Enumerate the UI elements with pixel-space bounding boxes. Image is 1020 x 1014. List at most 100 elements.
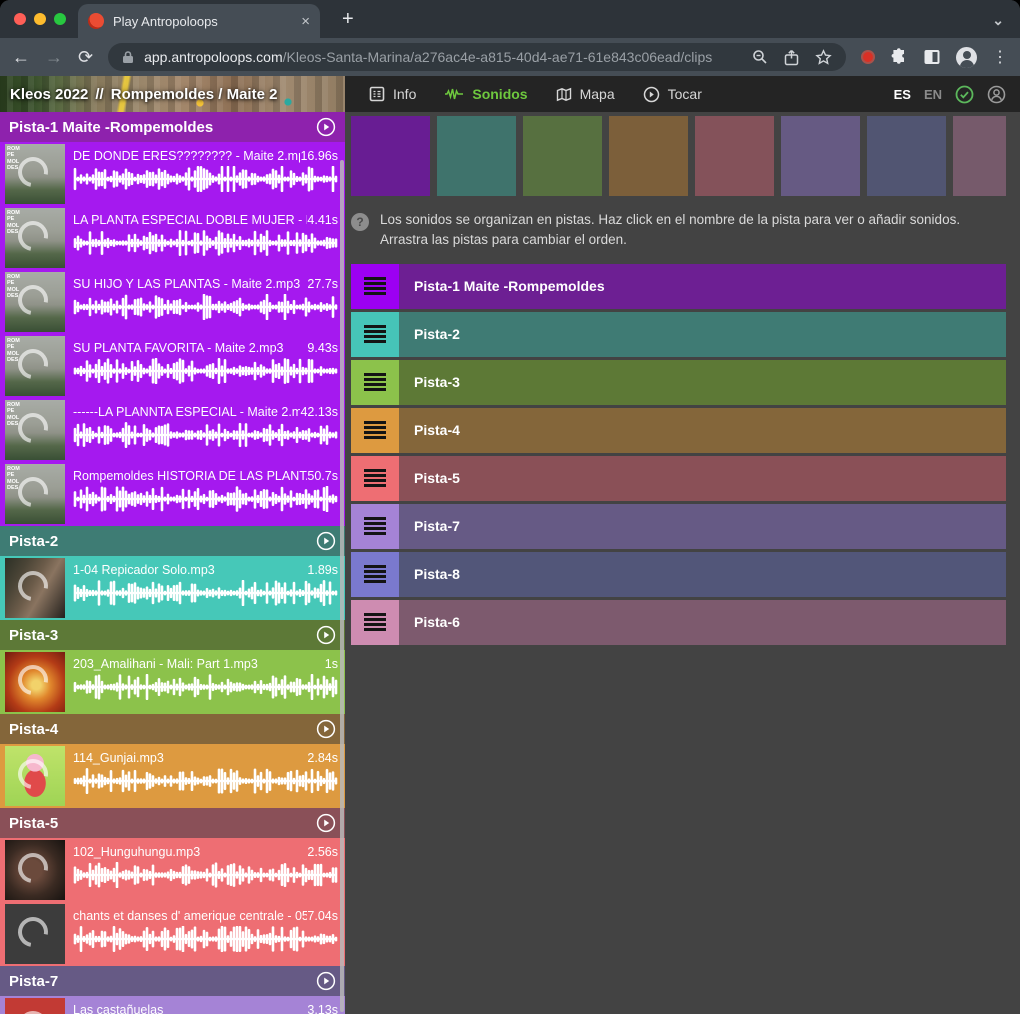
nav-item-mapa[interactable]: Mapa — [556, 86, 615, 102]
nav-item-info[interactable]: Info — [369, 86, 416, 102]
drag-handle[interactable] — [351, 600, 399, 645]
tab-close-icon[interactable]: × — [301, 13, 310, 30]
audio-clip[interactable]: 102_Hunguhungu.mp32.56s — [0, 838, 345, 902]
lang-toggle-es[interactable]: ES — [894, 87, 911, 102]
drag-handle[interactable] — [351, 456, 399, 501]
clip-waveform — [73, 674, 338, 700]
audio-clip[interactable]: ROM PE MOL DESSU PLANTA FAVORITA - Maite… — [0, 334, 345, 398]
tab-search-chevron-icon[interactable]: ⌄ — [992, 12, 1004, 29]
audio-clip[interactable]: 1-04 Repicador Solo.mp31.89s — [0, 556, 345, 620]
track-row-bar[interactable]: Pista-8 — [399, 552, 1006, 597]
close-window-button[interactable] — [14, 13, 26, 25]
drag-handle[interactable] — [351, 360, 399, 405]
track-header[interactable]: Pista-4 — [0, 714, 345, 744]
track-row-bar[interactable]: Pista-2 — [399, 312, 1006, 357]
clip-thumbnail: ROM PE MOL DES — [5, 208, 65, 268]
sidebar-scrollbar[interactable] — [340, 160, 344, 1012]
track-row[interactable]: Pista-4 — [351, 408, 1006, 453]
track-header[interactable]: Pista-3 — [0, 620, 345, 650]
map-icon — [556, 87, 572, 102]
zoom-page-icon[interactable] — [752, 49, 768, 65]
browser-tab[interactable]: Play Antropoloops × — [78, 4, 320, 38]
drag-handle-icon — [364, 469, 386, 487]
track-name: Pista-1 Maite -Rompemoldes — [9, 119, 213, 136]
profile-avatar-icon[interactable] — [956, 47, 977, 68]
track-row-bar[interactable]: Pista-4 — [399, 408, 1006, 453]
drag-handle[interactable] — [351, 408, 399, 453]
minimize-window-button[interactable] — [34, 13, 46, 25]
saved-check-icon[interactable] — [955, 85, 974, 104]
zoom-window-button[interactable] — [54, 13, 66, 25]
audio-clip[interactable]: ROM PE MOL DES------LA PLANNTA ESPECIAL … — [0, 398, 345, 462]
address-bar[interactable]: app.antropoloops.com/Kleos-Santa-Marina/… — [108, 43, 846, 71]
audio-clip[interactable]: Las castañuelas3.13s — [0, 996, 345, 1014]
drag-handle[interactable] — [351, 312, 399, 357]
audio-clip[interactable]: ROM PE MOL DESDE DONDE ERES???????? - Ma… — [0, 142, 345, 206]
drag-handle[interactable] — [351, 552, 399, 597]
audio-clip[interactable]: 203_Amalihani - Mali: Part 1.mp31s — [0, 650, 345, 714]
account-icon[interactable] — [987, 85, 1006, 104]
browser-menu-icon[interactable]: ⋮ — [992, 47, 1008, 67]
bookmark-star-icon[interactable] — [815, 49, 832, 66]
play-track-button[interactable] — [316, 531, 336, 551]
audio-clip[interactable]: ROM PE MOL DESSU HIJO Y LAS PLANTAS - Ma… — [0, 270, 345, 334]
drag-handle-icon — [364, 373, 386, 391]
play-track-button[interactable] — [316, 117, 336, 137]
track-row-bar[interactable]: Pista-7 — [399, 504, 1006, 549]
traffic-lights — [14, 13, 66, 25]
play-track-button[interactable] — [316, 625, 336, 645]
nav-item-tocar[interactable]: Tocar — [643, 86, 702, 103]
new-tab-button[interactable]: + — [342, 9, 354, 29]
track-header[interactable]: Pista-1 Maite -Rompemoldes — [0, 112, 345, 142]
tab-favicon-icon — [88, 13, 104, 29]
audio-clip[interactable]: chants et danses d' amerique centrale - … — [0, 902, 345, 966]
audio-clip[interactable]: ROM PE MOL DESRompemoldes HISTORIA DE LA… — [0, 462, 345, 526]
clip-thumbnail — [5, 904, 65, 964]
audio-clip[interactable]: 114_Gunjai.mp32.84s — [0, 744, 345, 808]
clip-duration: 4.41s — [307, 213, 338, 227]
extensions-puzzle-icon[interactable] — [890, 48, 908, 66]
track-row-bar[interactable]: Pista-3 — [399, 360, 1006, 405]
clip-body: 203_Amalihani - Mali: Part 1.mp31s — [65, 650, 345, 714]
play-track-button[interactable] — [316, 971, 336, 991]
track-row-bar[interactable]: Pista-5 — [399, 456, 1006, 501]
lang-toggle-en[interactable]: EN — [924, 87, 942, 102]
breadcrumb-project[interactable]: Kleos 2022 — [10, 86, 88, 103]
track-row-bar[interactable]: Pista-6 — [399, 600, 1006, 645]
app-nav: Info Sonidos Mapa Tocar — [345, 76, 894, 112]
play-track-button[interactable] — [316, 813, 336, 833]
track-row[interactable]: Pista-2 — [351, 312, 1006, 357]
back-button[interactable]: ← — [12, 48, 30, 66]
side-panel-icon[interactable] — [923, 48, 941, 66]
clip-duration: 42.13s — [300, 405, 338, 419]
play-track-button[interactable] — [316, 719, 336, 739]
nav-item-sonidos[interactable]: Sonidos — [444, 86, 527, 102]
track-row[interactable]: Pista-7 — [351, 504, 1006, 549]
loading-spinner-icon — [12, 565, 54, 607]
track-row[interactable]: Pista-5 — [351, 456, 1006, 501]
nav-label-tocar: Tocar — [668, 86, 702, 102]
track-header[interactable]: Pista-2 — [0, 526, 345, 556]
color-swatch — [695, 116, 774, 196]
clip-duration: 3.13s — [307, 1003, 338, 1014]
track-row[interactable]: Pista-6 — [351, 600, 1006, 645]
track-row-bar[interactable]: Pista-1 Maite -Rompemoldes — [399, 264, 1006, 309]
reload-button[interactable]: ⟳ — [78, 48, 93, 66]
audio-clip[interactable]: ROM PE MOL DESLA PLANTA ESPECIAL DOBLE M… — [0, 206, 345, 270]
clip-duration: 27.7s — [307, 277, 338, 291]
drag-handle-icon — [364, 517, 386, 535]
track-row[interactable]: Pista-1 Maite -Rompemoldes — [351, 264, 1006, 309]
record-extension-icon[interactable] — [861, 50, 875, 64]
track-header[interactable]: Pista-5 — [0, 808, 345, 838]
track-row[interactable]: Pista-3 — [351, 360, 1006, 405]
track-row[interactable]: Pista-8 — [351, 552, 1006, 597]
clip-body: DE DONDE ERES???????? - Maite 2.mp316.96… — [65, 142, 345, 206]
forward-button[interactable]: → — [45, 48, 63, 66]
url-text: app.antropoloops.com/Kleos-Santa-Marina/… — [144, 49, 712, 65]
clip-thumbnail: ROM PE MOL DES — [5, 464, 65, 524]
share-icon[interactable] — [784, 49, 799, 66]
track-header[interactable]: Pista-7 — [0, 966, 345, 996]
drag-handle[interactable] — [351, 264, 399, 309]
drag-handle[interactable] — [351, 504, 399, 549]
clip-title: 102_Hunguhungu.mp3 — [73, 845, 200, 859]
